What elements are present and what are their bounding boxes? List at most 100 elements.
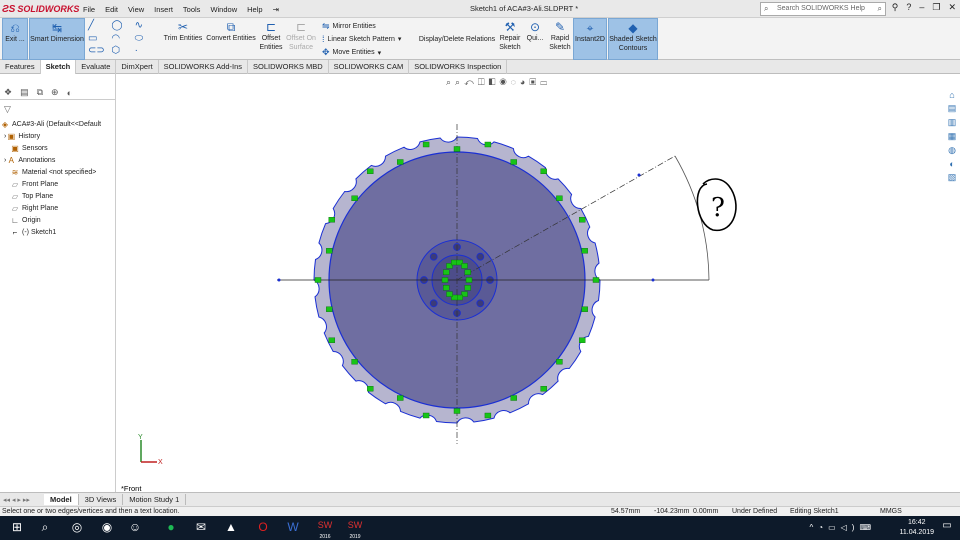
menu-file[interactable]: File [83, 5, 95, 14]
start-icon[interactable]: ⊞ [8, 520, 26, 534]
linear-pattern-button[interactable]: ⁞ Linear Sketch Pattern ▾ [322, 34, 401, 44]
relation-glyph[interactable] [484, 141, 492, 148]
solidworks-logo[interactable]: ƧS SOLIDWORKS [2, 2, 79, 16]
view-orientation-icon[interactable]: ◧ [489, 77, 500, 87]
zoom-area-icon[interactable]: ⌕ [455, 77, 464, 87]
relation-glyph[interactable] [464, 285, 471, 291]
user-icon[interactable]: ⚲ [892, 2, 899, 13]
relation-glyph[interactable] [351, 359, 358, 365]
bolt-hole[interactable] [429, 252, 438, 261]
shaded-sketch-contours-button[interactable]: ◆ Shaded Sketch Contours [608, 18, 658, 60]
relation-glyph[interactable] [451, 259, 458, 266]
menu-insert[interactable]: Insert [154, 5, 173, 14]
offset-entities-button[interactable]: ⊏ Offset Entities [258, 18, 284, 60]
relation-glyph[interactable] [443, 269, 450, 275]
tree-root[interactable]: ◈ ACA#3-Ali (Default<<Default [0, 118, 116, 130]
rapid-sketch-button[interactable]: ✎ Rapid Sketch [548, 18, 572, 60]
view-settings-icon[interactable]: ▭ [540, 77, 551, 87]
previous-view-icon[interactable]: ↶ [464, 77, 478, 87]
gear-sketch[interactable] [277, 124, 710, 444]
discord-icon[interactable]: ☺ [126, 520, 144, 534]
chrome-icon[interactable]: ◉ [98, 520, 116, 534]
solidworks-2019-icon[interactable]: SW 2019 [346, 520, 364, 540]
photos-icon[interactable]: ▲ [222, 520, 240, 534]
clock[interactable]: 16:42 11.04.2019 [899, 518, 934, 538]
status-units[interactable]: MMGS [880, 508, 902, 515]
tab-sketch[interactable]: Sketch [40, 60, 77, 74]
relation-glyph[interactable] [314, 277, 322, 283]
hide-show-icon[interactable]: ◌ [511, 77, 520, 87]
relation-glyph[interactable] [351, 195, 358, 202]
arc-icon[interactable]: ◠ [111, 33, 134, 46]
smart-dimension-button[interactable]: ↹ Smart Dimension [29, 18, 85, 60]
property-manager-icon[interactable]: ▤ [20, 87, 29, 98]
tree-item-history[interactable]: › ▣ History [0, 130, 116, 142]
relation-glyph[interactable] [556, 195, 563, 202]
instant2d-button[interactable]: ⌖ Instant2D [573, 18, 607, 60]
tree-item-right-plane[interactable]: ▱ Right Plane [0, 202, 116, 214]
menu-view[interactable]: View [128, 5, 144, 14]
tree-item-sensors[interactable]: ▣ Sensors [0, 142, 116, 154]
menu-help[interactable]: Help [247, 5, 262, 14]
move-entities-button[interactable]: ✥ Move Entities ▾ [322, 47, 381, 58]
point-icon[interactable]: · [135, 45, 158, 58]
circle-icon[interactable]: ◯ [111, 20, 134, 33]
sketch-point[interactable] [637, 173, 641, 177]
construction-arc[interactable] [674, 155, 710, 281]
tab-features[interactable]: Features [0, 60, 41, 74]
relation-glyph[interactable] [453, 146, 461, 152]
relation-glyph[interactable] [581, 306, 588, 312]
graphics-area[interactable]: ? Y X *Front [117, 74, 943, 492]
relation-glyph[interactable] [422, 141, 430, 148]
tree-item-annotations[interactable]: › A Annotations [0, 154, 116, 166]
tab-dimxpert[interactable]: DimXpert [116, 60, 159, 74]
word-icon[interactable]: W [284, 520, 302, 534]
close-icon[interactable]: ✕ [948, 2, 956, 13]
tab-cam[interactable]: SOLIDWORKS CAM [329, 60, 410, 74]
help-icon[interactable]: ? [906, 2, 911, 13]
spotify-icon[interactable]: ● [162, 520, 180, 534]
relation-glyph[interactable] [464, 269, 471, 275]
resources-icon[interactable]: ▤ [948, 103, 957, 114]
zoom-fit-icon[interactable]: ⌕ [446, 77, 455, 87]
quick-snaps-button[interactable]: ⊙ Qui... [524, 18, 546, 60]
ellipse-icon[interactable]: ⬭ [135, 33, 158, 46]
dropdown-icon[interactable]: ▾ [398, 35, 402, 43]
tab-evaluate[interactable]: Evaluate [76, 60, 117, 74]
notifications-icon[interactable]: ▭ [938, 520, 956, 531]
menu-edit[interactable]: Edit [105, 5, 118, 14]
tree-item-sketch1[interactable]: ⌐ (-) Sketch1 [0, 226, 116, 238]
file-explorer-icon[interactable]: ▦ [948, 131, 957, 142]
offset-on-surface-button[interactable]: ⊏ Offset On Surface [286, 18, 316, 60]
relation-glyph[interactable] [579, 337, 586, 343]
custom-properties-icon[interactable]: ▧ [948, 172, 957, 183]
relation-glyph[interactable] [441, 277, 449, 283]
relation-glyph[interactable] [326, 248, 333, 254]
convert-entities-button[interactable]: ⧉ Convert Entities [205, 18, 257, 60]
relation-glyph[interactable] [443, 285, 450, 291]
solidworks-2016-icon[interactable]: SW 2016 [316, 520, 334, 540]
minimize-icon[interactable]: – [919, 2, 924, 13]
sketch-point[interactable] [277, 278, 281, 282]
system-tray[interactable]: ^◔▭◁)⌨ [809, 523, 876, 532]
home-icon[interactable]: ⌂ [949, 90, 954, 100]
exit-sketch-button[interactable]: ⎌ Exit ... [2, 18, 28, 60]
search-icon[interactable]: ⌕ [36, 520, 54, 535]
tab-model[interactable]: Model [44, 494, 79, 505]
relation-glyph[interactable] [328, 216, 336, 223]
appearance-icon[interactable]: ◐ [67, 88, 72, 98]
display-delete-relations-button[interactable]: Display/Delete Relations [418, 18, 496, 60]
bolt-hole[interactable] [476, 299, 485, 308]
tree-item-origin[interactable]: ∟ Origin [0, 214, 116, 226]
relation-glyph[interactable] [328, 337, 336, 343]
relation-glyph[interactable] [422, 412, 430, 419]
tree-item-material[interactable]: ≋ Material <not specified> [0, 166, 116, 178]
relation-glyph[interactable] [510, 395, 517, 401]
spline-icon[interactable]: ∿ [135, 20, 158, 33]
relation-glyph[interactable] [484, 412, 492, 419]
opera-icon[interactable]: O [254, 520, 272, 534]
section-view-icon[interactable]: ◫ [478, 77, 489, 87]
relation-glyph[interactable] [397, 159, 404, 165]
display-style-icon[interactable]: ◉ [499, 77, 510, 87]
configuration-icon[interactable]: ⧉ [37, 87, 43, 98]
